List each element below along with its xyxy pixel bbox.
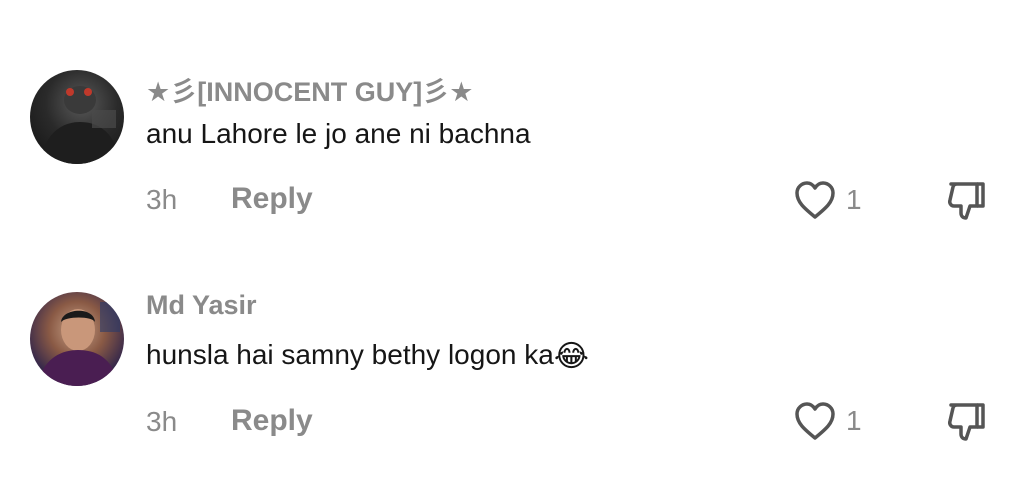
- like-count: 1: [846, 405, 862, 436]
- like-button[interactable]: 1: [794, 401, 862, 441]
- comment-item: Md Yasir hunsla hai samny bethy logon ka…: [0, 0, 1024, 481]
- username[interactable]: Md Yasir: [146, 290, 257, 321]
- laughing-emoji: 😂: [553, 340, 589, 373]
- dislike-button[interactable]: [945, 401, 987, 448]
- comment-text: hunsla hai samny bethy logon ka😂: [146, 339, 589, 374]
- thumbs-down-outline-icon: [948, 403, 985, 441]
- timestamp: 3h: [146, 406, 178, 437]
- heart-outline-icon: [795, 402, 835, 440]
- avatar-image: [38, 302, 120, 386]
- reply-button[interactable]: Reply: [231, 404, 313, 438]
- avatar[interactable]: [30, 292, 124, 386]
- comment-text-content: hunsla hai samny bethy logon ka: [146, 339, 554, 370]
